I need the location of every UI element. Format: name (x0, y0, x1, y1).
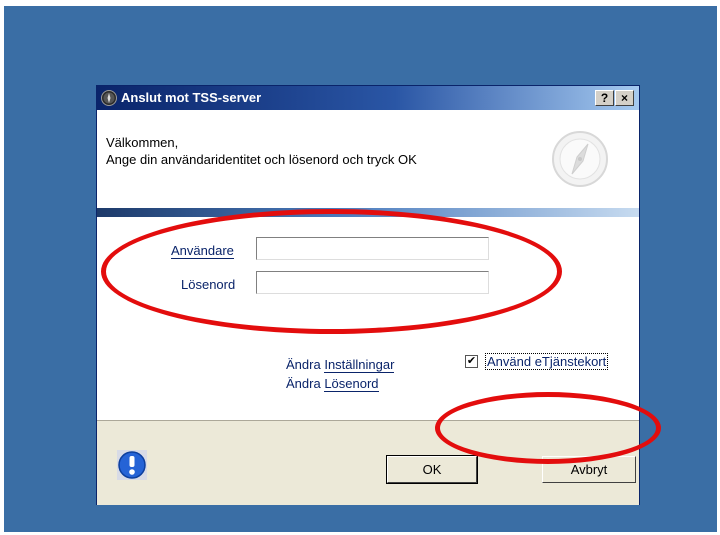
welcome-text: Välkommen, Ange din användaridentitet oc… (106, 134, 417, 168)
info-icon (117, 450, 147, 480)
header-divider-stripe (97, 208, 639, 217)
change-settings-prefix: Ändra (286, 357, 321, 372)
settings-link[interactable]: Inställningar (324, 357, 395, 373)
etjanstekort-label[interactable]: Använd eTjänstekort (485, 353, 609, 370)
password-input[interactable] (256, 271, 489, 294)
etjanstekort-checkbox[interactable]: ✔ (465, 355, 478, 368)
compass-icon (552, 131, 608, 187)
instruction-line: Ange din användaridentitet och lösenord … (106, 152, 417, 167)
title-bar[interactable]: Anslut mot TSS-server ? × (97, 86, 639, 110)
close-button[interactable]: × (615, 90, 634, 106)
change-password-prefix: Ändra (286, 376, 321, 391)
password-label-text: Lösenord (181, 277, 236, 292)
compass-app-icon (101, 90, 117, 106)
username-label-text: Användare (171, 243, 234, 259)
dialog-title: Anslut mot TSS-server (121, 90, 262, 105)
welcome-line: Välkommen, (106, 135, 179, 150)
change-settings-row: Ändra Inställningar (286, 357, 395, 373)
help-button[interactable]: ? (595, 90, 614, 106)
password-label: Lösenord (181, 277, 235, 292)
username-label: Användare (171, 243, 234, 259)
cancel-button[interactable]: Avbryt (542, 456, 636, 483)
change-password-row: Ändra Lösenord (286, 376, 379, 392)
username-input[interactable] (256, 237, 489, 260)
dialog-header: Välkommen, Ange din användaridentitet oc… (97, 110, 639, 208)
ok-button[interactable]: OK (386, 455, 478, 484)
login-dialog: Anslut mot TSS-server ? × Välkommen, Ang… (96, 85, 640, 505)
password-link[interactable]: Lösenord (324, 376, 379, 392)
